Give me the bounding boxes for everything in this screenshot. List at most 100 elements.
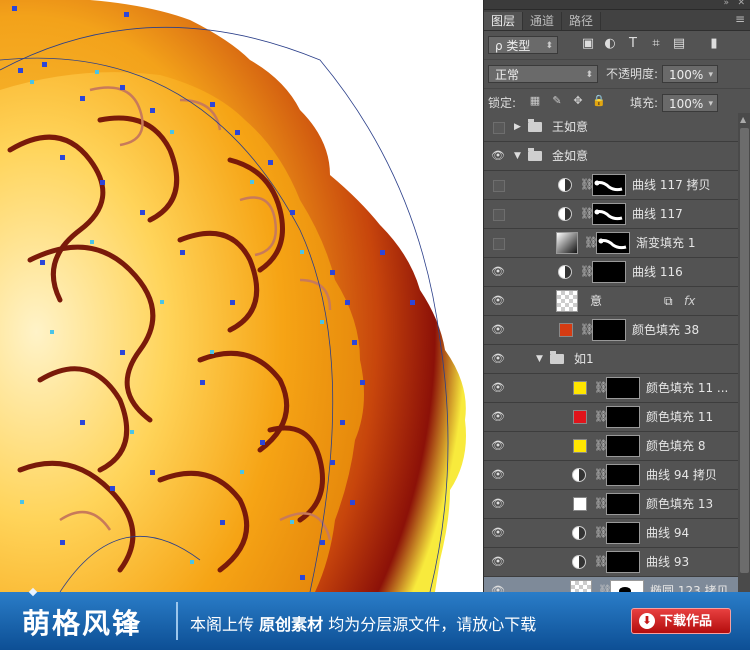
layer-name: 曲线 117 拷贝: [632, 178, 711, 192]
document-canvas[interactable]: [0, 0, 483, 592]
tab-paths[interactable]: 路径: [562, 12, 602, 30]
lock-all-icon[interactable]: 🔒: [592, 94, 606, 108]
visibility-toggle[interactable]: [493, 209, 505, 221]
lock-position-icon[interactable]: ✥: [571, 94, 585, 108]
layer-row[interactable]: 👁 ⛓ 曲线 116: [484, 258, 738, 287]
layer-mask-thumbnail[interactable]: [606, 493, 640, 515]
close-icon[interactable]: ✕: [737, 0, 745, 8]
link-icon[interactable]: ⛓: [594, 467, 608, 483]
lock-transparent-icon[interactable]: ▦: [528, 94, 542, 108]
layer-row[interactable]: 👁 ⛓ 曲线 93: [484, 548, 738, 577]
layer-mask-thumbnail[interactable]: [606, 435, 640, 457]
layer-mask-thumbnail[interactable]: [610, 580, 644, 592]
visibility-toggle[interactable]: [493, 122, 505, 134]
curves-adjustment-icon: [572, 555, 586, 569]
layer-mask-thumbnail[interactable]: [606, 522, 640, 544]
visibility-toggle[interactable]: [493, 238, 505, 250]
eye-icon[interactable]: 👁: [491, 265, 505, 279]
eye-icon[interactable]: 👁: [491, 323, 505, 337]
eye-icon[interactable]: 👁: [491, 439, 505, 453]
link-icon[interactable]: ⛓: [584, 235, 598, 251]
layer-mask-thumbnail[interactable]: [606, 464, 640, 486]
tab-layers[interactable]: 图层: [484, 12, 524, 30]
fx-icon[interactable]: fx: [684, 287, 695, 315]
layer-mask-thumbnail[interactable]: [606, 406, 640, 428]
fill-label: 填充:: [630, 96, 659, 110]
eye-icon[interactable]: 👁: [491, 526, 505, 540]
layer-row[interactable]: 👁 ⛓ 曲线 94 拷贝: [484, 461, 738, 490]
layer-mask-thumbnail[interactable]: [592, 319, 626, 341]
layer-row[interactable]: 👁 ⛓ 椭圆 123 拷贝: [484, 577, 738, 592]
filter-type-dropdown[interactable]: ρ 类型 ⬍: [488, 36, 558, 54]
shape-filter-icon[interactable]: ⌗: [648, 36, 664, 52]
scroll-up-icon[interactable]: ▲: [740, 115, 746, 124]
layer-row[interactable]: 👁 ⛓ 曲线 94: [484, 519, 738, 548]
chevron-down-icon[interactable]: ▼: [514, 142, 521, 170]
layer-scrollbar[interactable]: ▲: [738, 113, 750, 592]
opacity-field[interactable]: 100% ▾: [662, 65, 718, 83]
chevron-down-icon[interactable]: ▼: [536, 345, 543, 373]
adjustment-filter-icon[interactable]: ◐: [602, 36, 618, 52]
eye-icon[interactable]: 👁: [491, 497, 505, 511]
layer-row[interactable]: 👁 ⛓ 颜色填充 11: [484, 403, 738, 432]
link-icon[interactable]: ⛓: [594, 554, 608, 570]
filter-toggle-icon[interactable]: ▮: [706, 36, 722, 52]
layer-mask-thumbnail[interactable]: [592, 261, 626, 283]
eye-icon[interactable]: 👁: [491, 468, 505, 482]
link-icon[interactable]: ⛓: [594, 380, 608, 396]
panel-tabs: 图层 通道 路径 ≡: [484, 10, 750, 31]
layer-group-row[interactable]: 👁 ▼ 金如意: [484, 142, 738, 171]
layer-mask-thumbnail[interactable]: [592, 203, 626, 225]
eye-icon[interactable]: 👁: [491, 294, 505, 308]
tab-channels[interactable]: 通道: [523, 12, 563, 30]
scrollbar-thumb[interactable]: [740, 128, 749, 573]
eye-icon[interactable]: 👁: [491, 352, 505, 366]
link-icon[interactable]: ⛓: [580, 177, 594, 193]
layer-row[interactable]: ⛓ 渐变填充 1: [484, 229, 738, 258]
layer-row[interactable]: 👁 ⛓ 颜色填充 38: [484, 316, 738, 345]
layer-mask-thumbnail[interactable]: [592, 174, 626, 196]
layer-row[interactable]: ⛓ 曲线 117 拷贝: [484, 171, 738, 200]
link-icon[interactable]: ⛓: [580, 206, 594, 222]
link-icon[interactable]: ⛓: [594, 496, 608, 512]
layer-name: 颜色填充 38: [632, 323, 700, 337]
artwork[interactable]: [0, 0, 483, 592]
filter-type-label: ρ 类型: [495, 39, 531, 53]
download-button[interactable]: ⬇ 下载作品: [631, 608, 731, 634]
layer-row[interactable]: 👁 ⛓ 颜色填充 8: [484, 432, 738, 461]
eye-icon[interactable]: 👁: [491, 381, 505, 395]
eye-icon[interactable]: 👁: [491, 149, 505, 163]
smart-object-filter-icon[interactable]: ▤: [671, 36, 687, 52]
layer-list[interactable]: ▶ 王如意 👁 ▼ 金如意 ⛓ 曲线 117 拷贝 ⛓ 曲线 117 ⛓ 渐变填充 1 👁 ⛓ 曲线 11…: [484, 113, 738, 592]
layer-row[interactable]: 👁 fx ⧉ 意: [484, 287, 738, 316]
layer-mask-thumbnail[interactable]: [606, 377, 640, 399]
layer-mask-thumbnail[interactable]: [596, 232, 630, 254]
eye-icon[interactable]: 👁: [491, 555, 505, 569]
eye-icon[interactable]: 👁: [491, 410, 505, 424]
link-icon[interactable]: ⛓: [594, 409, 608, 425]
link-icon[interactable]: ⛓: [580, 264, 594, 280]
link-icon[interactable]: ⛓: [594, 438, 608, 454]
panel-menu-icon[interactable]: ≡: [735, 12, 745, 26]
blend-mode-dropdown[interactable]: 正常 ⬍: [488, 65, 598, 83]
link-icon[interactable]: ⛓: [598, 583, 612, 592]
chevron-right-icon[interactable]: ▶: [514, 113, 521, 141]
link-icon[interactable]: ⛓: [594, 525, 608, 541]
layer-row[interactable]: 👁 ⛓ 颜色填充 13: [484, 490, 738, 519]
collapse-icon[interactable]: »: [723, 0, 729, 8]
eye-icon[interactable]: 👁: [491, 584, 505, 592]
layer-group-row[interactable]: ▶ 王如意: [484, 113, 738, 142]
link-icon[interactable]: ⛓: [580, 322, 594, 338]
pixel-filter-icon[interactable]: ▣: [580, 36, 596, 52]
layer-name: 渐变填充 1: [636, 236, 696, 250]
layer-mask-thumbnail[interactable]: [606, 551, 640, 573]
lock-label: 锁定:: [488, 96, 517, 110]
layer-row[interactable]: 👁 ⛓ 颜色填充 11 ...: [484, 374, 738, 403]
visibility-toggle[interactable]: [493, 180, 505, 192]
layer-group-row[interactable]: 👁 ▼ 如1: [484, 345, 738, 374]
layer-row[interactable]: ⛓ 曲线 117: [484, 200, 738, 229]
type-filter-icon[interactable]: T: [625, 36, 641, 52]
fill-field[interactable]: 100% ▾: [662, 94, 718, 112]
layer-name: 曲线 116: [632, 265, 683, 279]
lock-image-icon[interactable]: ✎: [550, 94, 564, 108]
